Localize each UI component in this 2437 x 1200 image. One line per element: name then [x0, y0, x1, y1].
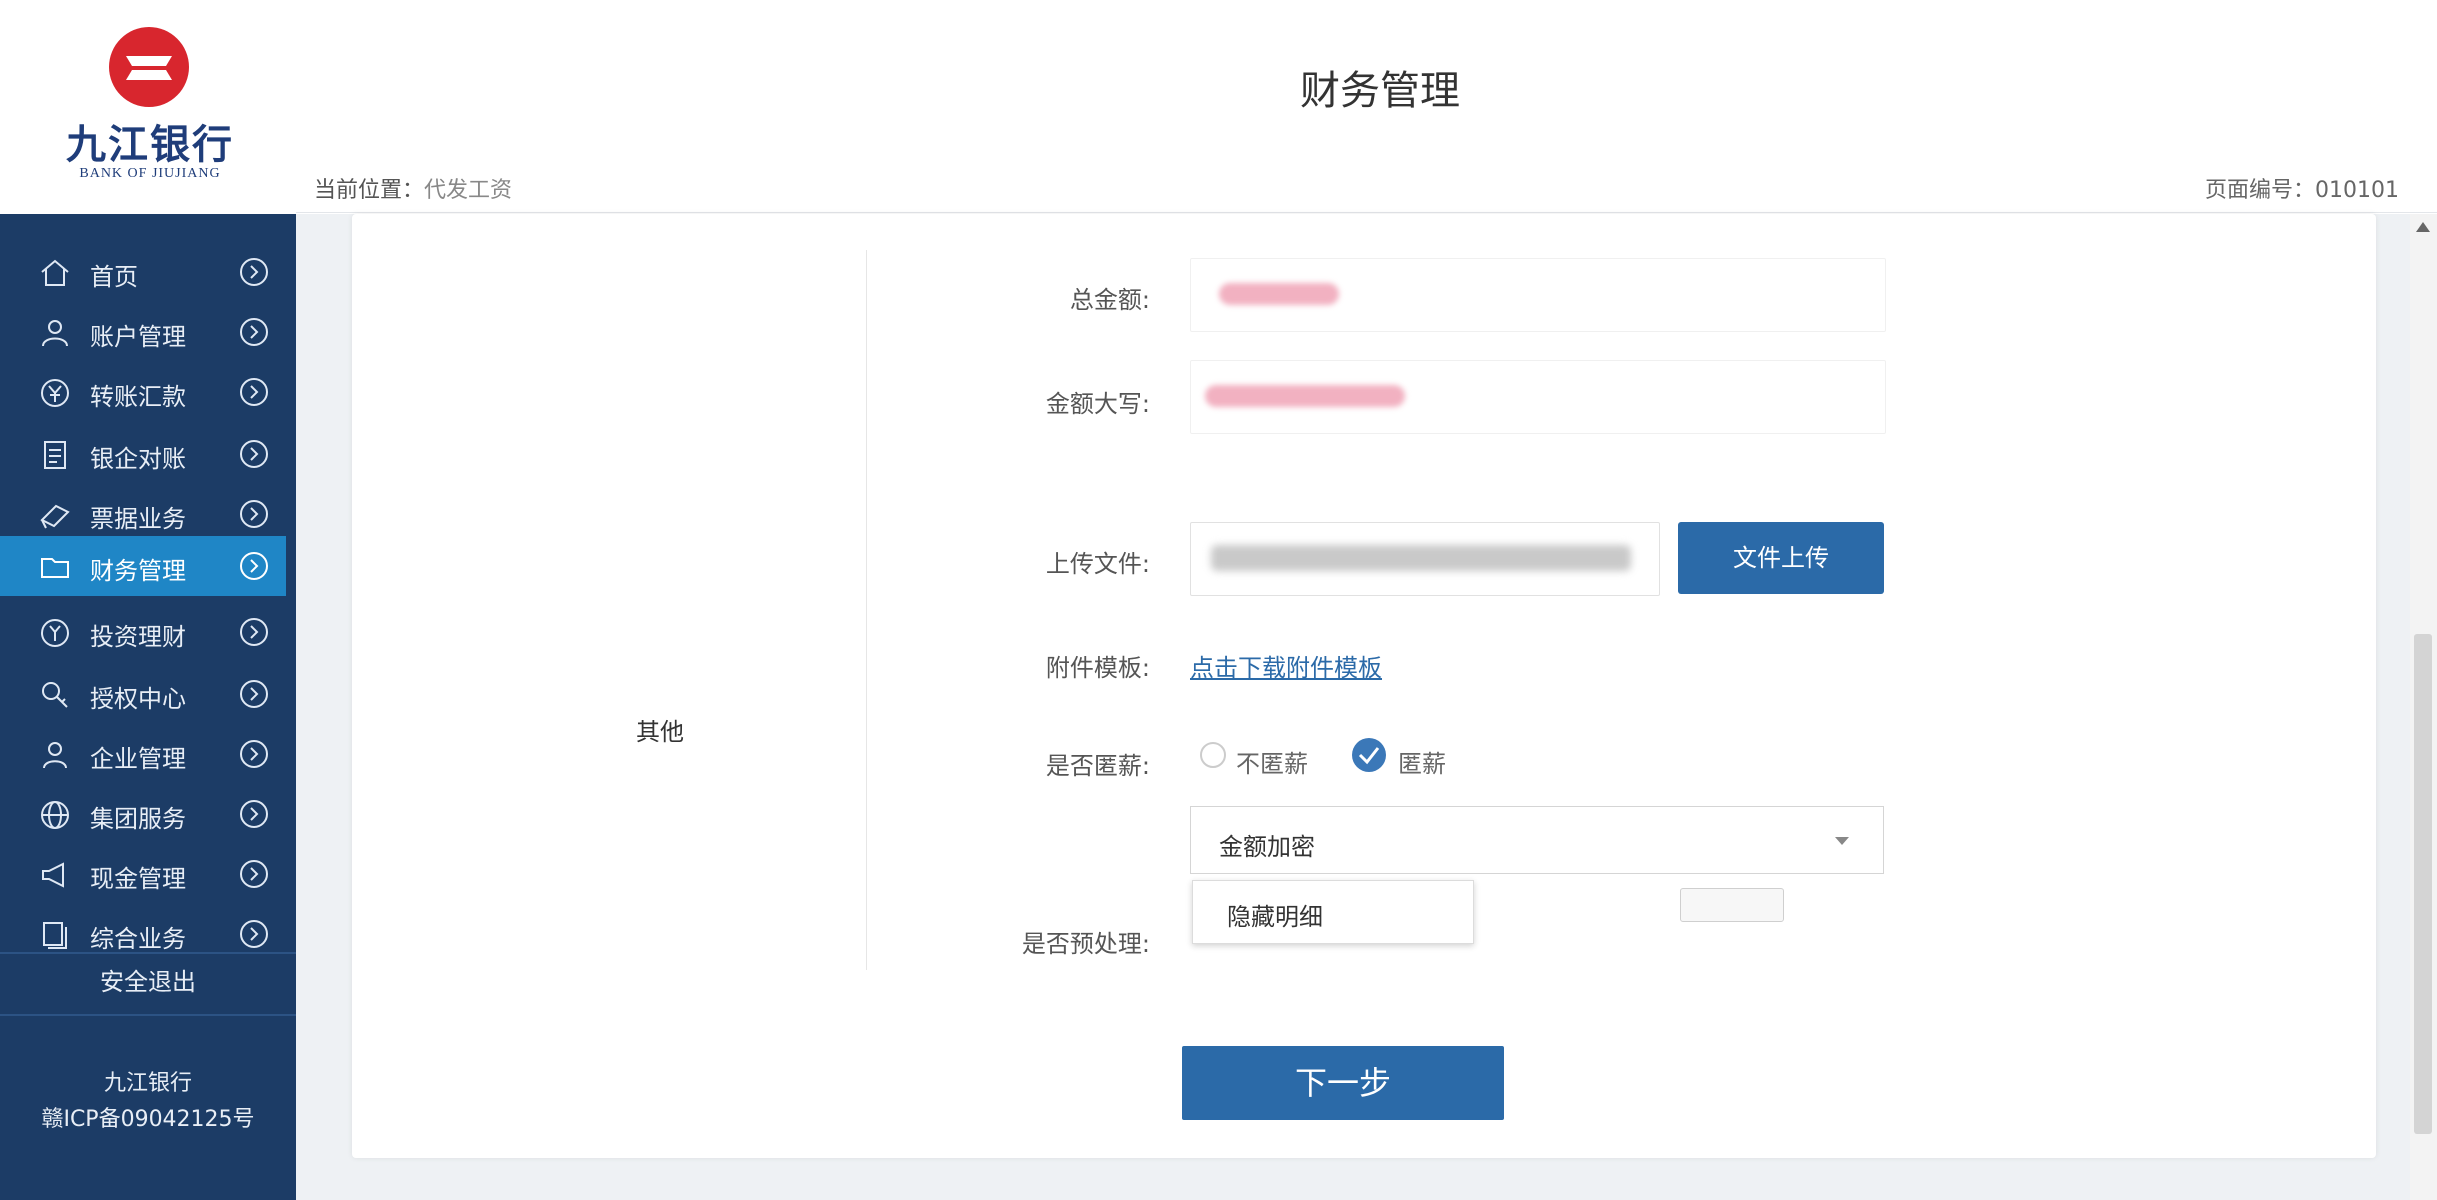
sidebar-item-label: 授权中心	[90, 685, 186, 713]
breadcrumb-bar: 当前位置：代发工资 页面编号：010101	[296, 160, 2437, 213]
page-number-label: 页面编号：	[2205, 178, 2316, 203]
megaphone-icon	[42, 862, 64, 888]
sidebar-item-bills[interactable]: 票据业务	[0, 486, 286, 542]
amount-upper-label: 金额大写:	[1045, 390, 1150, 418]
hint-chip	[1680, 888, 1784, 922]
header: 九江银行 BANK OF JIUJIANG 财务管理 当前位置：代发工资 页面编…	[0, 0, 2437, 214]
user-icon	[42, 320, 68, 347]
sidebar-item-label: 转账汇款	[90, 383, 186, 411]
sidebar-item-finance[interactable]: 财务管理	[0, 536, 286, 596]
sidebar-item-group[interactable]: 集团服务	[0, 786, 286, 842]
chevron-right-icon	[240, 800, 268, 828]
radio-encrypt-label: 匿薪	[1398, 750, 1446, 778]
sidebar-item-label: 现金管理	[90, 865, 186, 893]
redacted-filename	[1211, 545, 1631, 571]
sidebar-divider	[0, 952, 296, 954]
chevron-right-icon	[240, 318, 268, 346]
ticket-icon	[40, 504, 70, 529]
sidebar-item-label: 首页	[90, 263, 138, 291]
chevron-right-icon	[240, 740, 268, 768]
sidebar-item-label: 投资理财	[90, 623, 186, 651]
download-template-link[interactable]: 点击下载附件模板	[1190, 648, 1382, 683]
chevron-right-icon	[240, 258, 268, 286]
select-value: 金额加密	[1219, 833, 1315, 861]
preprocess-label: 是否预处理:	[1021, 930, 1150, 958]
bank-logo[interactable]: 九江银行 BANK OF JIUJIANG	[0, 0, 296, 214]
breadcrumb-label: 当前位置：	[314, 178, 425, 203]
upload-file-label: 上传文件:	[1045, 550, 1150, 578]
sidebar-item-cash[interactable]: 现金管理	[0, 846, 286, 902]
page-number: 页面编号：010101	[2205, 172, 2399, 204]
sidebar-footer: 九江银行 赣ICP备09042125号	[0, 1066, 296, 1138]
vertical-scrollbar[interactable]	[2410, 214, 2437, 1200]
chevron-right-icon	[240, 552, 268, 580]
sidebar-item-home[interactable]: 首页	[0, 244, 286, 300]
sidebar-item-authorization[interactable]: 授权中心	[0, 666, 286, 722]
sidebar-item-label: 企业管理	[90, 745, 186, 773]
redacted-value	[1205, 385, 1405, 407]
sidebar-item-label: 财务管理	[90, 557, 186, 585]
breadcrumb-current: 代发工资	[424, 178, 513, 203]
content-card	[352, 214, 2376, 1158]
document-icon	[44, 441, 66, 469]
amount-upper-field	[1190, 360, 1886, 434]
radio-not-encrypt-label: 不匿薪	[1236, 750, 1308, 778]
currency-icon	[41, 379, 69, 407]
person-icon	[43, 742, 67, 769]
page-title: 财务管理	[1300, 68, 1460, 114]
key-icon	[42, 682, 68, 708]
total-amount-label: 总金额:	[1069, 286, 1150, 314]
encrypt-label: 是否匿薪:	[1045, 752, 1150, 780]
bank-logo-mark-icon	[109, 27, 189, 107]
checkmark-icon	[1358, 747, 1380, 765]
chevron-right-icon	[240, 618, 268, 646]
total-amount-field	[1190, 258, 1886, 332]
dropdown-option-hide-details[interactable]: 隐藏明细	[1227, 897, 1323, 932]
chevron-right-icon	[240, 860, 268, 888]
breadcrumb: 当前位置：代发工资	[314, 172, 512, 204]
attachment-template-label: 附件模板:	[1045, 654, 1150, 682]
sidebar-item-label: 银企对账	[90, 445, 186, 473]
chevron-right-icon	[240, 680, 268, 708]
chevron-right-icon	[240, 440, 268, 468]
sidebar-item-label: 集团服务	[90, 805, 186, 833]
footer-bank-name: 九江银行	[103, 1071, 192, 1096]
sidebar-divider	[0, 1014, 296, 1016]
yen-icon	[41, 619, 69, 647]
brand-name-en: BANK OF JIUJIANG	[79, 166, 221, 181]
sidebar-item-transfer[interactable]: 转账汇款	[0, 364, 286, 420]
chevron-down-icon	[1835, 837, 1849, 845]
encrypt-method-dropdown: 隐藏明细	[1192, 880, 1474, 944]
redacted-value	[1219, 283, 1339, 305]
scroll-up-icon[interactable]	[2416, 222, 2430, 232]
column-divider	[866, 250, 867, 970]
globe-icon	[41, 801, 69, 829]
footer-icp: 赣ICP备09042125号	[41, 1107, 255, 1132]
sidebar: 首页 账户管理 转账汇款 银企对账 票据业务 财务管理 投资理财 授权中心 企业	[0, 214, 296, 1200]
stack-icon	[43, 922, 67, 949]
sidebar-item-account[interactable]: 账户管理	[0, 304, 286, 360]
page-number-value: 010101	[2315, 178, 2399, 203]
folder-icon	[41, 558, 69, 578]
sidebar-item-label: 账户管理	[90, 323, 186, 351]
chevron-right-icon	[240, 500, 268, 528]
scrollbar-thumb[interactable]	[2414, 634, 2432, 1134]
upload-file-button[interactable]: 文件上传	[1678, 522, 1884, 594]
chevron-right-icon	[240, 920, 268, 948]
brand-name-cn: 九江银行	[66, 121, 234, 168]
encrypt-method-select[interactable]: 金额加密	[1190, 806, 1884, 874]
sidebar-item-label: 综合业务	[90, 925, 186, 953]
logout-button[interactable]: 安全退出	[0, 962, 296, 997]
upload-file-input[interactable]	[1190, 522, 1660, 596]
radio-not-encrypt[interactable]	[1200, 742, 1226, 768]
home-icon	[41, 259, 69, 286]
section-label-other: 其他	[636, 718, 684, 746]
sidebar-item-investment[interactable]: 投资理财	[0, 604, 286, 660]
sidebar-item-reconciliation[interactable]: 银企对账	[0, 426, 286, 482]
radio-encrypt-checked[interactable]	[1352, 738, 1386, 772]
next-step-button[interactable]: 下一步	[1182, 1046, 1504, 1120]
sidebar-item-enterprise[interactable]: 企业管理	[0, 726, 286, 782]
sidebar-item-label: 票据业务	[90, 505, 186, 533]
chevron-right-icon	[240, 378, 268, 406]
